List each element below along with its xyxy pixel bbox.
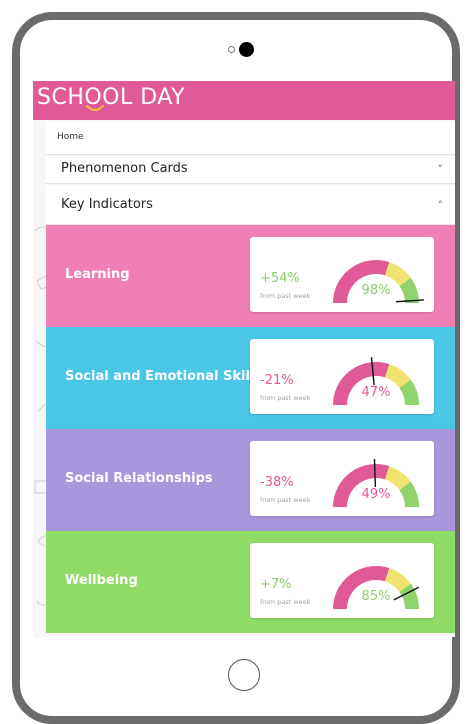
- app-logo[interactable]: SCHOOL DAY: [37, 85, 185, 110]
- indicator-card-social-relationships[interactable]: Social Relationships -38% from past week…: [46, 429, 455, 531]
- indicator-change: +54%: [260, 271, 300, 286]
- indicator-panel: +54% from past week 98%: [250, 237, 434, 312]
- accordion-label: Key Indicators: [61, 197, 153, 212]
- indicator-title: Wellbeing: [65, 573, 138, 588]
- gauge-segment-mid: [384, 568, 411, 593]
- indicator-card-wellbeing[interactable]: Wellbeing +7% from past week 85%: [46, 531, 455, 633]
- breadcrumb: Home: [46, 122, 455, 155]
- breadcrumb-home-link[interactable]: Home: [57, 132, 84, 142]
- indicator-change: -21%: [260, 373, 294, 388]
- indicator-card-learning[interactable]: Learning +54% from past week 98%: [46, 225, 455, 327]
- gauge-value: 85%: [361, 589, 391, 604]
- sensor-icon: [228, 46, 235, 53]
- indicator-change-caption: from past week: [260, 496, 311, 504]
- accordion-key-indicators[interactable]: Key Indicators ˄: [46, 185, 455, 225]
- indicator-change-caption: from past week: [260, 292, 311, 300]
- gauge-value: 98%: [361, 283, 391, 298]
- gauge-needle: [373, 459, 377, 488]
- indicator-change-caption: from past week: [260, 598, 311, 606]
- indicator-change: -38%: [260, 475, 294, 490]
- accordion-label: Phenomenon Cards: [61, 161, 188, 176]
- indicator-change-caption: from past week: [260, 394, 311, 402]
- indicator-panel: -38% from past week 49%: [250, 441, 434, 516]
- gauge-needle: [395, 299, 424, 303]
- indicator-change: +7%: [260, 577, 292, 592]
- gauge-value: 49%: [361, 487, 391, 502]
- gauge-segment-mid: [384, 364, 411, 389]
- chevron-down-icon[interactable]: ˅: [438, 163, 444, 176]
- gauge-segment-mid: [384, 466, 411, 491]
- app-header: SCHOOL DAY: [33, 81, 455, 120]
- app-screen: SCHOOL DAY Home Phenomenon Cards ˅ Key I…: [33, 81, 455, 637]
- camera-icon: [239, 42, 254, 57]
- indicator-title: Learning: [65, 267, 130, 282]
- smile-icon: [85, 105, 105, 112]
- home-button[interactable]: [228, 659, 260, 691]
- gauge-value: 47%: [361, 385, 391, 400]
- indicator-panel: +7% from past week 85%: [250, 543, 434, 618]
- indicator-panel: -21% from past week 47%: [250, 339, 434, 414]
- indicator-title: Social and Emotional Skills: [65, 369, 263, 384]
- indicator-card-social-emotional[interactable]: Social and Emotional Skills -21% from pa…: [46, 327, 455, 429]
- accordion-phenomenon-cards[interactable]: Phenomenon Cards ˅: [46, 156, 455, 184]
- indicator-title: Social Relationships: [65, 471, 213, 486]
- chevron-up-icon[interactable]: ˄: [438, 199, 444, 212]
- gauge-segment-mid: [384, 262, 411, 287]
